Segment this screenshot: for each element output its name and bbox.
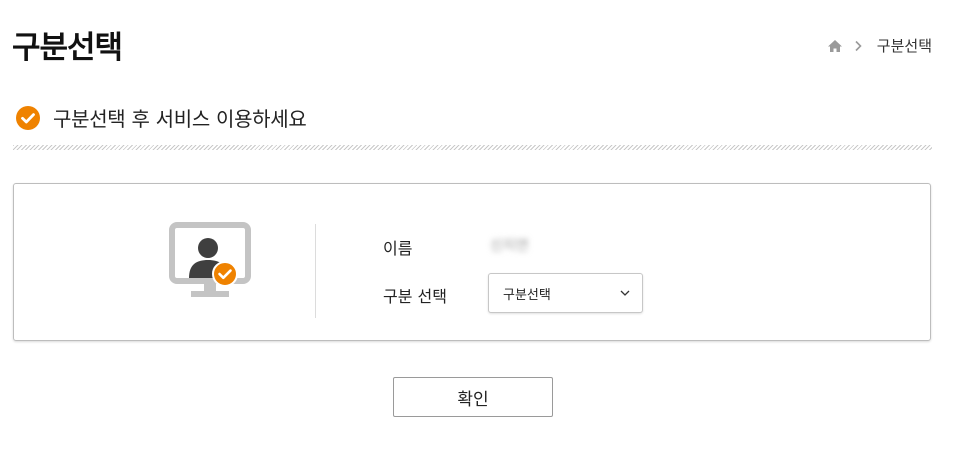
chevron-down-icon <box>620 290 630 296</box>
section-divider <box>13 145 932 150</box>
panel-divider <box>315 224 316 318</box>
type-label: 구분 선택 <box>383 287 447 306</box>
breadcrumb-current: 구분선택 <box>876 37 932 55</box>
home-icon[interactable] <box>827 38 843 54</box>
type-select-value: 구분선택 <box>503 287 551 303</box>
selection-panel: 이름 신지연 구분 선택 구분선택 <box>13 183 931 341</box>
type-select[interactable]: 구분선택 <box>488 273 643 313</box>
breadcrumb: 구분선택 <box>827 35 932 56</box>
name-label: 이름 <box>383 239 413 258</box>
chevron-right-icon <box>855 40 862 51</box>
confirm-button[interactable]: 확인 <box>393 377 553 417</box>
section-heading: 구분선택 후 서비스 이용하세요 <box>16 103 307 132</box>
name-value: 신지연 <box>490 238 529 254</box>
page-title: 구분선택 <box>12 30 123 66</box>
section-heading-text: 구분선택 후 서비스 이용하세요 <box>53 107 307 131</box>
check-circle-icon <box>16 105 40 130</box>
user-monitor-check-icon <box>169 222 251 297</box>
